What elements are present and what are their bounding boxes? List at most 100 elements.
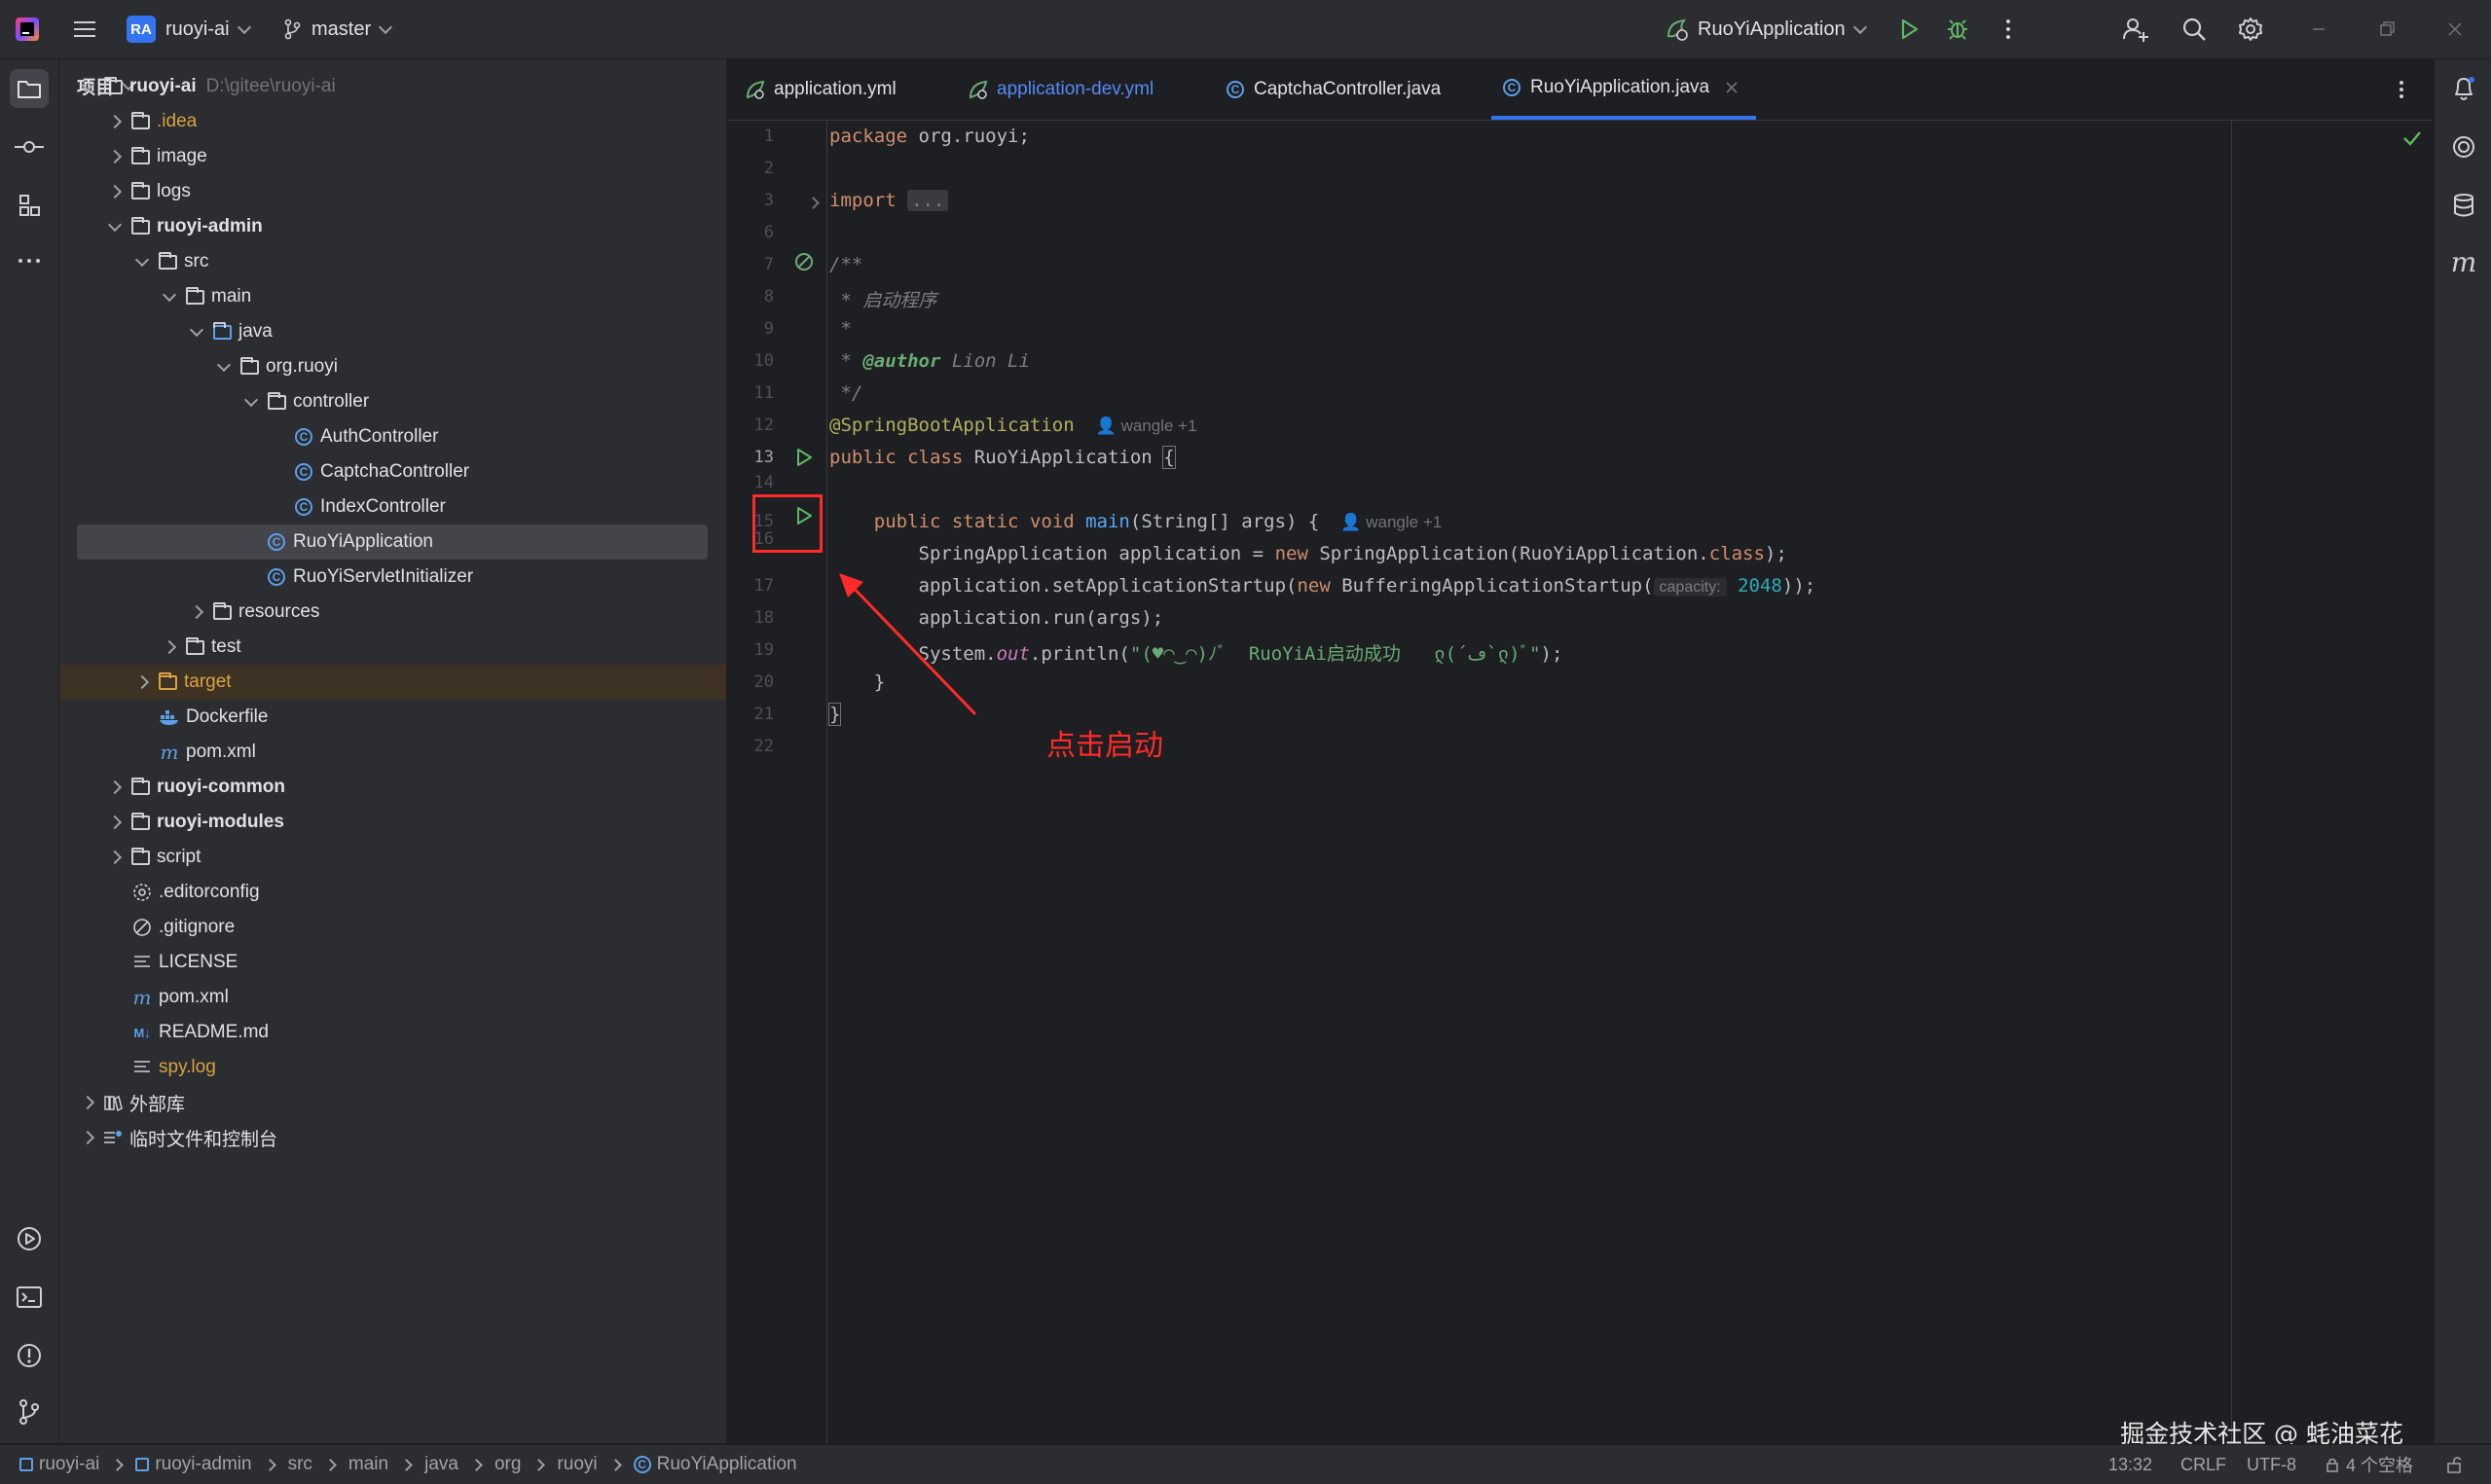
tree-node[interactable]: logs bbox=[59, 174, 771, 209]
spring-bean-gutter-icon[interactable] bbox=[793, 251, 815, 272]
tree-node[interactable]: main bbox=[59, 279, 825, 314]
close-tab-icon[interactable] bbox=[1725, 81, 1739, 94]
tree-node[interactable]: ruoyi-admin bbox=[59, 209, 771, 244]
chevron-right-icon bbox=[263, 1458, 276, 1471]
breadcrumb-item[interactable]: java bbox=[424, 1454, 458, 1475]
java-class-icon: C bbox=[266, 566, 287, 588]
tree-node-label: AuthController bbox=[320, 426, 439, 447]
notifications-bell-icon[interactable] bbox=[2444, 69, 2483, 108]
restore-icon[interactable] bbox=[2371, 14, 2402, 45]
spring-boot-icon bbox=[1667, 18, 1688, 41]
search-icon[interactable] bbox=[2179, 14, 2210, 45]
fold-expand-icon[interactable] bbox=[807, 197, 820, 209]
breadcrumb-item[interactable]: src bbox=[288, 1454, 312, 1475]
indent-setting[interactable]: 4 个空格 bbox=[2325, 1445, 2413, 1484]
file-encoding[interactable]: UTF-8 bbox=[2247, 1445, 2296, 1484]
breadcrumb-item[interactable]: org bbox=[495, 1454, 521, 1475]
tree-node[interactable]: script bbox=[59, 840, 771, 875]
breadcrumb-item[interactable]: ruoyi-ai bbox=[39, 1454, 99, 1475]
breadcrumb-item[interactable]: ruoyi-admin bbox=[155, 1454, 251, 1475]
main-menu-icon[interactable] bbox=[72, 0, 97, 58]
breadcrumb-item[interactable]: ruoyi bbox=[557, 1454, 597, 1475]
tree-node[interactable]: Dockerfile bbox=[59, 700, 825, 735]
maven-icon[interactable]: m bbox=[2444, 242, 2483, 281]
tab-label: CaptchaController.java bbox=[1254, 79, 1442, 99]
tree-node-root[interactable]: ruoyi-ai D:\gitee\ruoyi-ai bbox=[59, 69, 744, 104]
tab-captcha-controller[interactable]: C CaptchaController.java bbox=[1227, 59, 1441, 120]
no-problems-check-icon[interactable] bbox=[2401, 128, 2423, 148]
branch-switcher[interactable]: master bbox=[282, 0, 393, 58]
cursor-position[interactable]: 13:32 bbox=[2108, 1445, 2152, 1484]
code-line-15: public static void main(String[] args) {… bbox=[873, 511, 1443, 532]
tree-node[interactable]: 临时文件和控制台 bbox=[59, 1120, 744, 1155]
tree-node[interactable]: test bbox=[59, 630, 825, 665]
expand-arrow-icon bbox=[186, 321, 207, 343]
read-only-lock-icon[interactable] bbox=[2445, 1445, 2465, 1484]
tree-node[interactable]: target bbox=[59, 665, 726, 700]
gear-icon bbox=[131, 882, 153, 903]
tree-node[interactable]: .gitignore bbox=[59, 910, 798, 945]
line-separator[interactable]: CRLF bbox=[2180, 1445, 2226, 1484]
run-icon[interactable] bbox=[1893, 14, 1924, 45]
tree-node[interactable]: src bbox=[59, 244, 798, 279]
breadcrumb-item[interactable]: main bbox=[348, 1454, 388, 1475]
tree-node[interactable]: M↓ README.md bbox=[59, 1015, 798, 1050]
java-class-icon: C bbox=[293, 461, 314, 483]
tab-ruoyi-application[interactable]: C RuoYiApplication.java bbox=[1491, 59, 1757, 120]
tree-node[interactable]: ruoyi-common bbox=[59, 770, 771, 805]
services-run-icon[interactable] bbox=[10, 1219, 49, 1258]
tree-node[interactable]: ruoyi-modules bbox=[59, 805, 771, 840]
structure-icon[interactable] bbox=[10, 186, 49, 225]
breadcrumb-item[interactable]: RuoYiApplication bbox=[657, 1454, 797, 1475]
tree-node-path: D:\gitee\ruoyi-ai bbox=[205, 76, 336, 96]
tree-node[interactable]: spy.log bbox=[59, 1050, 798, 1085]
folded-imports[interactable]: ... bbox=[907, 190, 949, 211]
tree-node[interactable]: m pom.xml bbox=[59, 980, 798, 1015]
tree-node-label: Dockerfile bbox=[186, 706, 269, 727]
tab-label: application.yml bbox=[774, 79, 897, 99]
tree-node-label: java bbox=[238, 321, 273, 342]
run-config-selector[interactable]: RuoYiApplication bbox=[1665, 0, 1867, 58]
close-window-icon[interactable] bbox=[2439, 14, 2471, 45]
source-folder-icon bbox=[211, 321, 233, 343]
tree-node-selected[interactable]: C RuoYiApplication bbox=[77, 525, 708, 560]
code-line-8: * 启动程序 bbox=[829, 290, 937, 311]
project-folder-icon[interactable] bbox=[10, 69, 49, 108]
tab-label: application-dev.yml bbox=[997, 79, 1154, 99]
tree-node-label: ruoyi-admin bbox=[157, 216, 263, 236]
code-editor[interactable]: 1 2 3 6 7 8 9 10 11 12 13 14 15 16 17 18… bbox=[727, 121, 2433, 1448]
tree-node[interactable]: m pom.xml bbox=[59, 735, 825, 770]
database-icon[interactable] bbox=[2444, 186, 2483, 225]
app-logo-icon[interactable] bbox=[14, 0, 41, 58]
project-switcher[interactable]: RA ruoyi-ai bbox=[127, 0, 251, 58]
more-tools-icon[interactable] bbox=[10, 241, 49, 280]
code-line-1: package org.ruoyi; bbox=[829, 126, 1030, 147]
author-hint[interactable]: 👤 wangle +1 bbox=[1340, 513, 1442, 531]
tab-application-dev-yml[interactable]: application-dev.yml bbox=[968, 59, 1154, 120]
maven-file-icon: m bbox=[160, 741, 179, 764]
git-icon[interactable] bbox=[10, 1393, 49, 1431]
code-line-9: * bbox=[829, 318, 852, 340]
tree-node[interactable]: .idea bbox=[59, 104, 771, 139]
author-hint[interactable]: 👤 wangle +1 bbox=[1096, 416, 1197, 435]
left-tool-strip bbox=[0, 59, 59, 1443]
terminal-icon[interactable] bbox=[10, 1278, 49, 1317]
tree-node[interactable]: image bbox=[59, 139, 771, 174]
ai-assistant-icon[interactable] bbox=[2444, 127, 2483, 166]
tree-node[interactable]: .editorconfig bbox=[59, 875, 798, 910]
settings-gear-icon[interactable] bbox=[2235, 14, 2266, 45]
debug-icon[interactable] bbox=[1942, 14, 1973, 45]
tab-application-yml[interactable]: application.yml bbox=[745, 59, 897, 120]
minimize-icon[interactable] bbox=[2303, 14, 2334, 45]
tab-options-icon[interactable] bbox=[2398, 59, 2405, 120]
add-user-icon[interactable] bbox=[2120, 14, 2151, 45]
tree-node-label: pom.xml bbox=[159, 987, 229, 1007]
tree-node[interactable]: LICENSE bbox=[59, 945, 798, 980]
commit-icon[interactable] bbox=[10, 127, 49, 166]
more-actions-icon[interactable] bbox=[1993, 14, 2024, 45]
tree-node[interactable]: 外部库 bbox=[59, 1085, 744, 1120]
run-gutter-icon[interactable] bbox=[795, 448, 813, 467]
line-number: 8 bbox=[763, 287, 774, 307]
spring-boot-class-icon: C bbox=[266, 531, 287, 553]
problems-icon[interactable] bbox=[10, 1336, 49, 1375]
